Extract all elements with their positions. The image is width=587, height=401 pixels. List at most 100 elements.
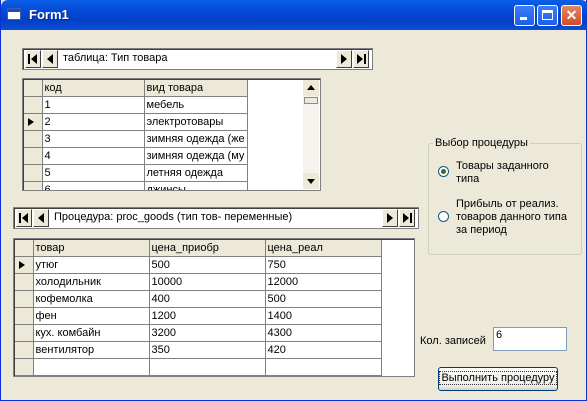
table-cell[interactable]: 400 xyxy=(149,290,266,308)
goods-table: товар цена_приобр цена_реал утюг 500 750 х… xyxy=(15,240,382,376)
row-selector[interactable] xyxy=(24,147,43,165)
window-title: Form1 xyxy=(29,7,69,22)
next-record-button[interactable] xyxy=(336,50,352,68)
table-cell[interactable]: 1200 xyxy=(149,307,266,325)
table-row[interactable]: 4 зимняя одежда (му xyxy=(24,147,248,165)
table-cell[interactable]: 4 xyxy=(42,147,145,165)
table-cell[interactable]: холодильник xyxy=(33,273,150,291)
first-record-button[interactable] xyxy=(25,50,41,68)
maximize-button[interactable] xyxy=(537,5,558,26)
table-cell[interactable]: 420 xyxy=(265,341,382,359)
procedure-choice-group: Выбор процедуры xyxy=(428,137,582,255)
row-selector[interactable] xyxy=(15,273,34,291)
column-header-sale-price[interactable]: цена_реал xyxy=(265,240,382,257)
row-selector[interactable] xyxy=(24,96,43,114)
table-cell[interactable]: зимняя одежда (му xyxy=(144,147,248,165)
table-cell[interactable]: джинсы xyxy=(144,181,248,190)
table-cell[interactable]: вентилятор xyxy=(33,341,150,359)
scroll-up-button[interactable] xyxy=(303,80,319,96)
types-navigator-caption: таблица: Тип товара xyxy=(63,52,168,64)
goods-grid[interactable]: товар цена_приобр цена_реал утюг 500 750 х… xyxy=(13,238,415,377)
row-selector[interactable] xyxy=(15,324,34,342)
radio-option-goods-by-type[interactable] xyxy=(438,166,449,177)
last-record-button[interactable] xyxy=(399,209,415,227)
table-row[interactable]: кофемолка 400 500 xyxy=(15,290,382,308)
table-cell[interactable]: 12000 xyxy=(265,273,382,291)
run-procedure-button[interactable]: Выполнить процедуру xyxy=(438,367,558,391)
table-row[interactable]: 6 джинсы xyxy=(24,181,248,190)
table-row[interactable]: холодильник 10000 12000 xyxy=(15,273,382,291)
table-cell[interactable]: 2 xyxy=(42,113,145,131)
last-record-button[interactable] xyxy=(353,50,369,68)
table-cell[interactable]: 6 xyxy=(42,181,145,190)
types-grid-scrollbar[interactable] xyxy=(303,80,319,189)
radio-label-goods-by-type[interactable]: Товары заданного типа xyxy=(456,160,571,186)
corner-cell xyxy=(15,240,34,257)
current-row-indicator[interactable] xyxy=(15,256,34,274)
scroll-thumb[interactable] xyxy=(304,97,318,104)
table-cell[interactable]: кух. комбайн xyxy=(33,324,150,342)
table-row[interactable]: кух. комбайн 3200 4300 xyxy=(15,324,382,342)
table-row[interactable]: 1 мебель xyxy=(24,96,248,114)
table-cell[interactable]: 5 xyxy=(42,164,145,182)
types-grid[interactable]: код вид товара 1 мебель 2 электротовары 3з… xyxy=(22,78,321,191)
table-cell[interactable]: мебель xyxy=(144,96,248,114)
next-record-icon xyxy=(341,54,347,64)
row-selector[interactable] xyxy=(24,181,43,190)
table-cell[interactable]: 3 xyxy=(42,130,145,148)
table-cell[interactable]: 500 xyxy=(265,290,382,308)
last-record-icon xyxy=(403,213,412,223)
table-cell[interactable]: 1 xyxy=(42,96,145,114)
table-cell[interactable]: 4300 xyxy=(265,324,382,342)
last-record-icon xyxy=(357,54,366,64)
table-cell[interactable]: 750 xyxy=(265,256,382,274)
table-cell[interactable]: 10000 xyxy=(149,273,266,291)
column-header-type[interactable]: вид товара xyxy=(144,80,248,97)
form-icon[interactable] xyxy=(7,8,21,20)
table-row-empty[interactable] xyxy=(15,358,382,376)
prev-record-icon xyxy=(38,213,44,223)
table-row[interactable]: 2 электротовары xyxy=(24,113,248,131)
radio-option-profit-by-period[interactable] xyxy=(438,211,449,222)
table-row[interactable]: утюг 500 750 xyxy=(15,256,382,274)
prev-record-button[interactable] xyxy=(42,50,58,68)
table-cell[interactable]: кофемолка xyxy=(33,290,150,308)
current-row-indicator[interactable] xyxy=(24,113,43,131)
procedure-navigator-caption: Процедура: proc_goods (тип тов- переменн… xyxy=(54,211,293,223)
column-header-product[interactable]: товар xyxy=(33,240,150,257)
radio-label-profit-by-period[interactable]: Прибыль от реализ. товаров данного типа … xyxy=(456,198,579,237)
row-selector[interactable] xyxy=(15,290,34,308)
table-row[interactable]: 3 зимняя одежда (же xyxy=(24,130,248,148)
table-row[interactable]: фен 1200 1400 xyxy=(15,307,382,325)
table-row[interactable]: вентилятор 350 420 xyxy=(15,341,382,359)
first-record-button[interactable] xyxy=(16,209,32,227)
column-header-code[interactable]: код xyxy=(42,80,145,97)
scroll-down-button[interactable] xyxy=(303,173,319,189)
table-cell[interactable]: утюг xyxy=(33,256,150,274)
header-row: товар цена_приобр цена_реал xyxy=(15,240,382,257)
prev-record-button[interactable] xyxy=(33,209,49,227)
first-record-icon xyxy=(19,213,28,223)
table-cell[interactable]: 350 xyxy=(149,341,266,359)
title-bar[interactable]: Form1 ✕ xyxy=(1,0,587,30)
row-selector[interactable] xyxy=(15,358,34,376)
table-cell[interactable]: 500 xyxy=(149,256,266,274)
row-selector[interactable] xyxy=(15,307,34,325)
records-count-field[interactable]: 6 xyxy=(493,327,567,351)
records-count-label: Кол. записей xyxy=(420,335,486,347)
minimize-button[interactable] xyxy=(514,5,535,26)
table-row[interactable]: 5 летняя одежда xyxy=(24,164,248,182)
table-cell[interactable]: 1400 xyxy=(265,307,382,325)
row-selector[interactable] xyxy=(24,130,43,148)
row-selector[interactable] xyxy=(15,341,34,359)
next-record-button[interactable] xyxy=(382,209,398,227)
table-cell[interactable]: зимняя одежда (же xyxy=(144,130,248,148)
next-record-icon xyxy=(387,213,393,223)
table-cell[interactable]: фен xyxy=(33,307,150,325)
row-selector[interactable] xyxy=(24,164,43,182)
table-cell[interactable]: электротовары xyxy=(144,113,248,131)
table-cell[interactable]: летняя одежда xyxy=(144,164,248,182)
close-button[interactable]: ✕ xyxy=(561,5,582,26)
column-header-purchase-price[interactable]: цена_приобр xyxy=(149,240,266,257)
table-cell[interactable]: 3200 xyxy=(149,324,266,342)
